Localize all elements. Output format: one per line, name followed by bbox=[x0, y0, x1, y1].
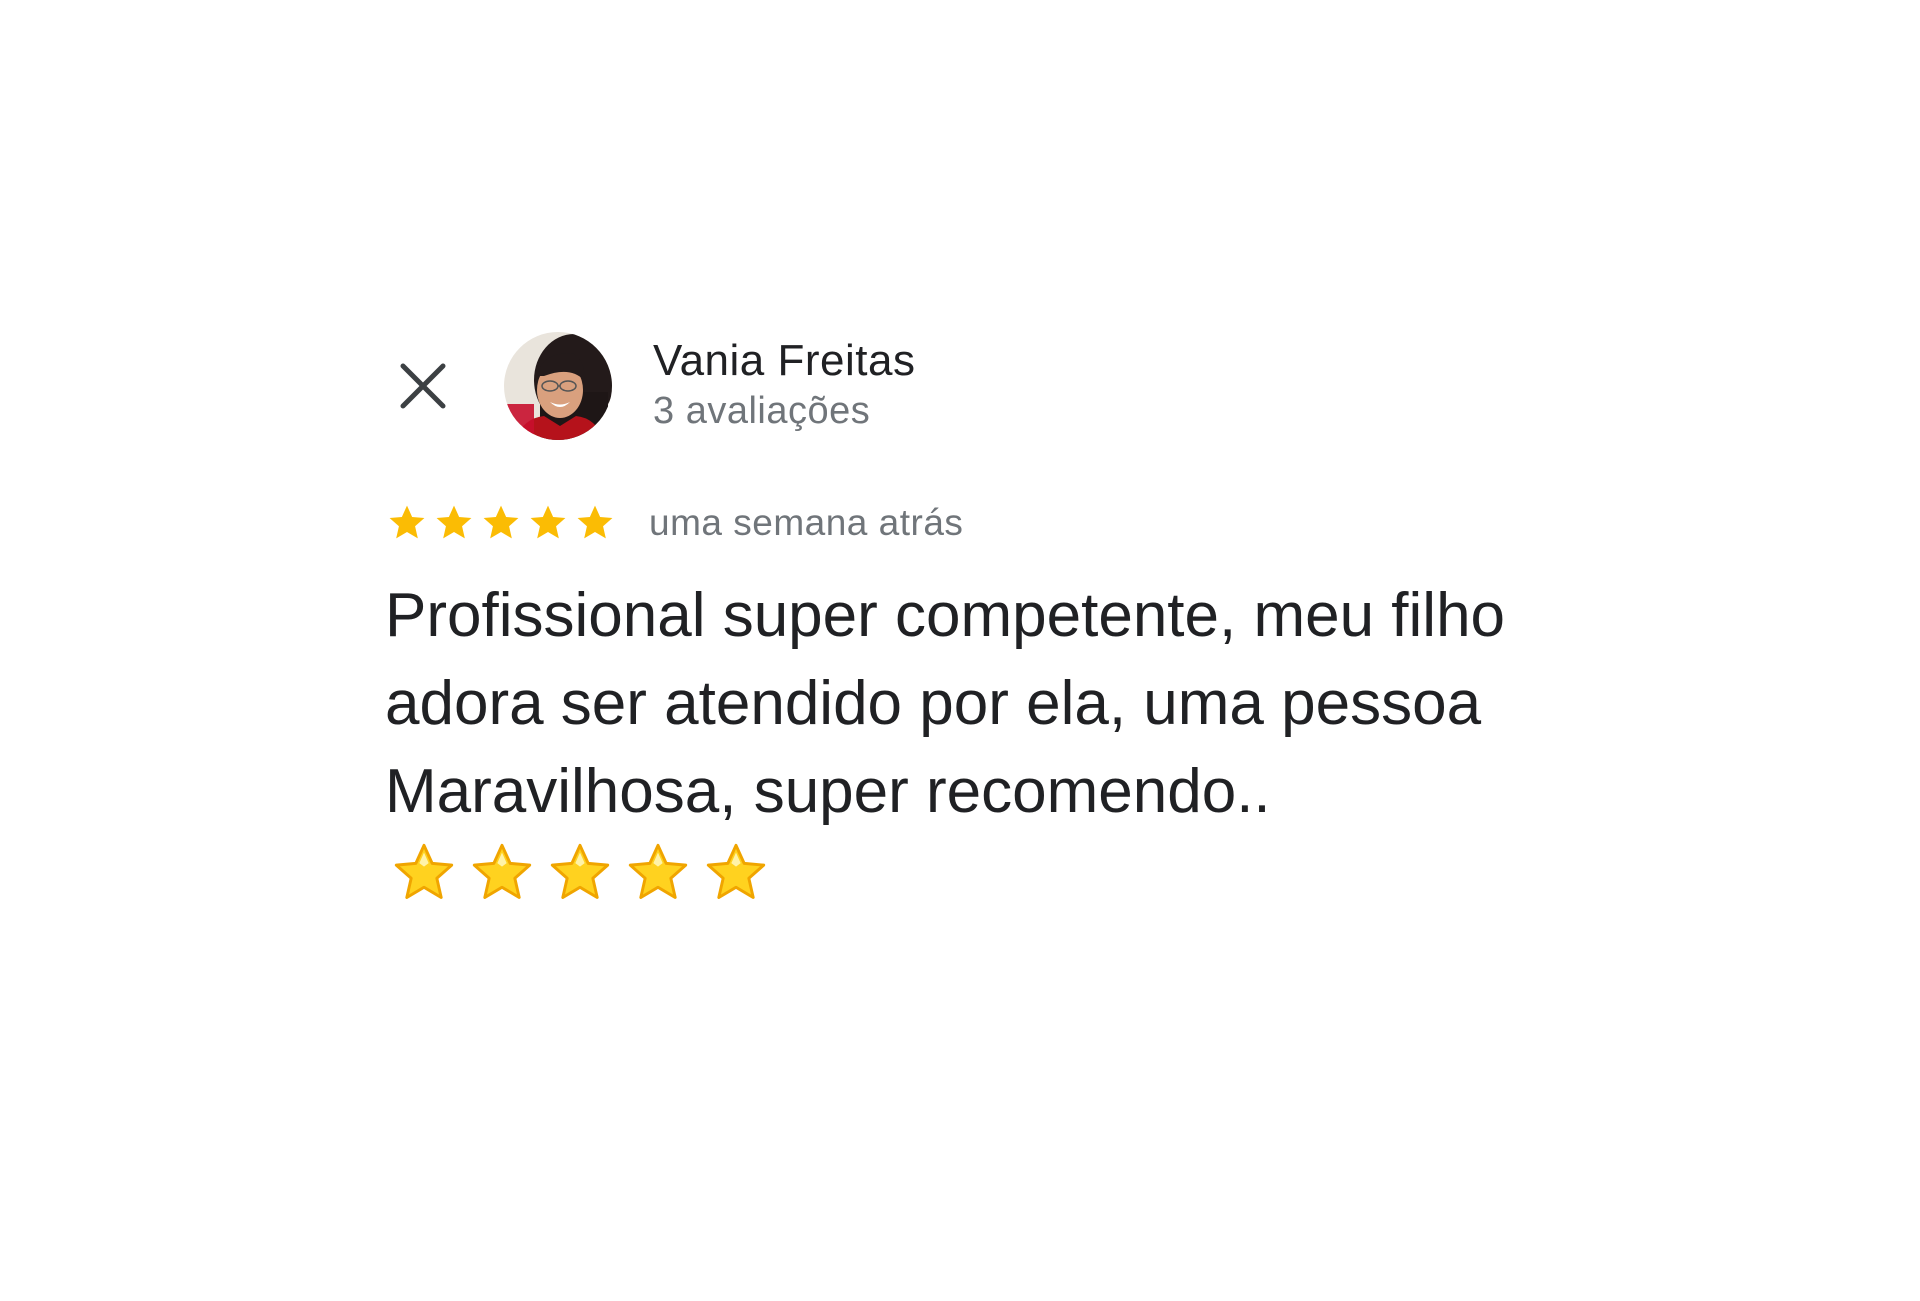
star-icon bbox=[530, 505, 566, 539]
review-header: Vania Freitas 3 avaliações bbox=[385, 330, 1535, 446]
review-body: Profissional super competente, meu filho… bbox=[385, 581, 1506, 826]
star-icon bbox=[483, 505, 519, 539]
star-icon bbox=[389, 505, 425, 539]
emoji-stars bbox=[389, 838, 771, 908]
star-emoji-icon bbox=[706, 843, 766, 899]
star-emoji-icon bbox=[394, 843, 454, 899]
star-rating bbox=[385, 501, 617, 545]
rating-row: uma semana atrás bbox=[385, 498, 963, 548]
avatar[interactable] bbox=[504, 332, 612, 440]
star-emoji-icon bbox=[472, 843, 532, 899]
review-date: uma semana atrás bbox=[649, 502, 964, 543]
star-emoji-icon bbox=[550, 843, 610, 899]
reviewer-review-count: 3 avaliações bbox=[653, 390, 871, 432]
profile-photo bbox=[504, 332, 612, 440]
review-card: Vania Freitas 3 avaliações uma semana at… bbox=[385, 330, 1535, 899]
review-text: Profissional super competente, meu filho… bbox=[385, 572, 1515, 924]
close-icon bbox=[400, 363, 446, 409]
star-icon bbox=[577, 505, 613, 539]
close-button[interactable] bbox=[395, 358, 451, 414]
star-emoji-icon bbox=[628, 843, 688, 899]
star-icon bbox=[436, 505, 472, 539]
reviewer-name[interactable]: Vania Freitas bbox=[653, 336, 915, 386]
